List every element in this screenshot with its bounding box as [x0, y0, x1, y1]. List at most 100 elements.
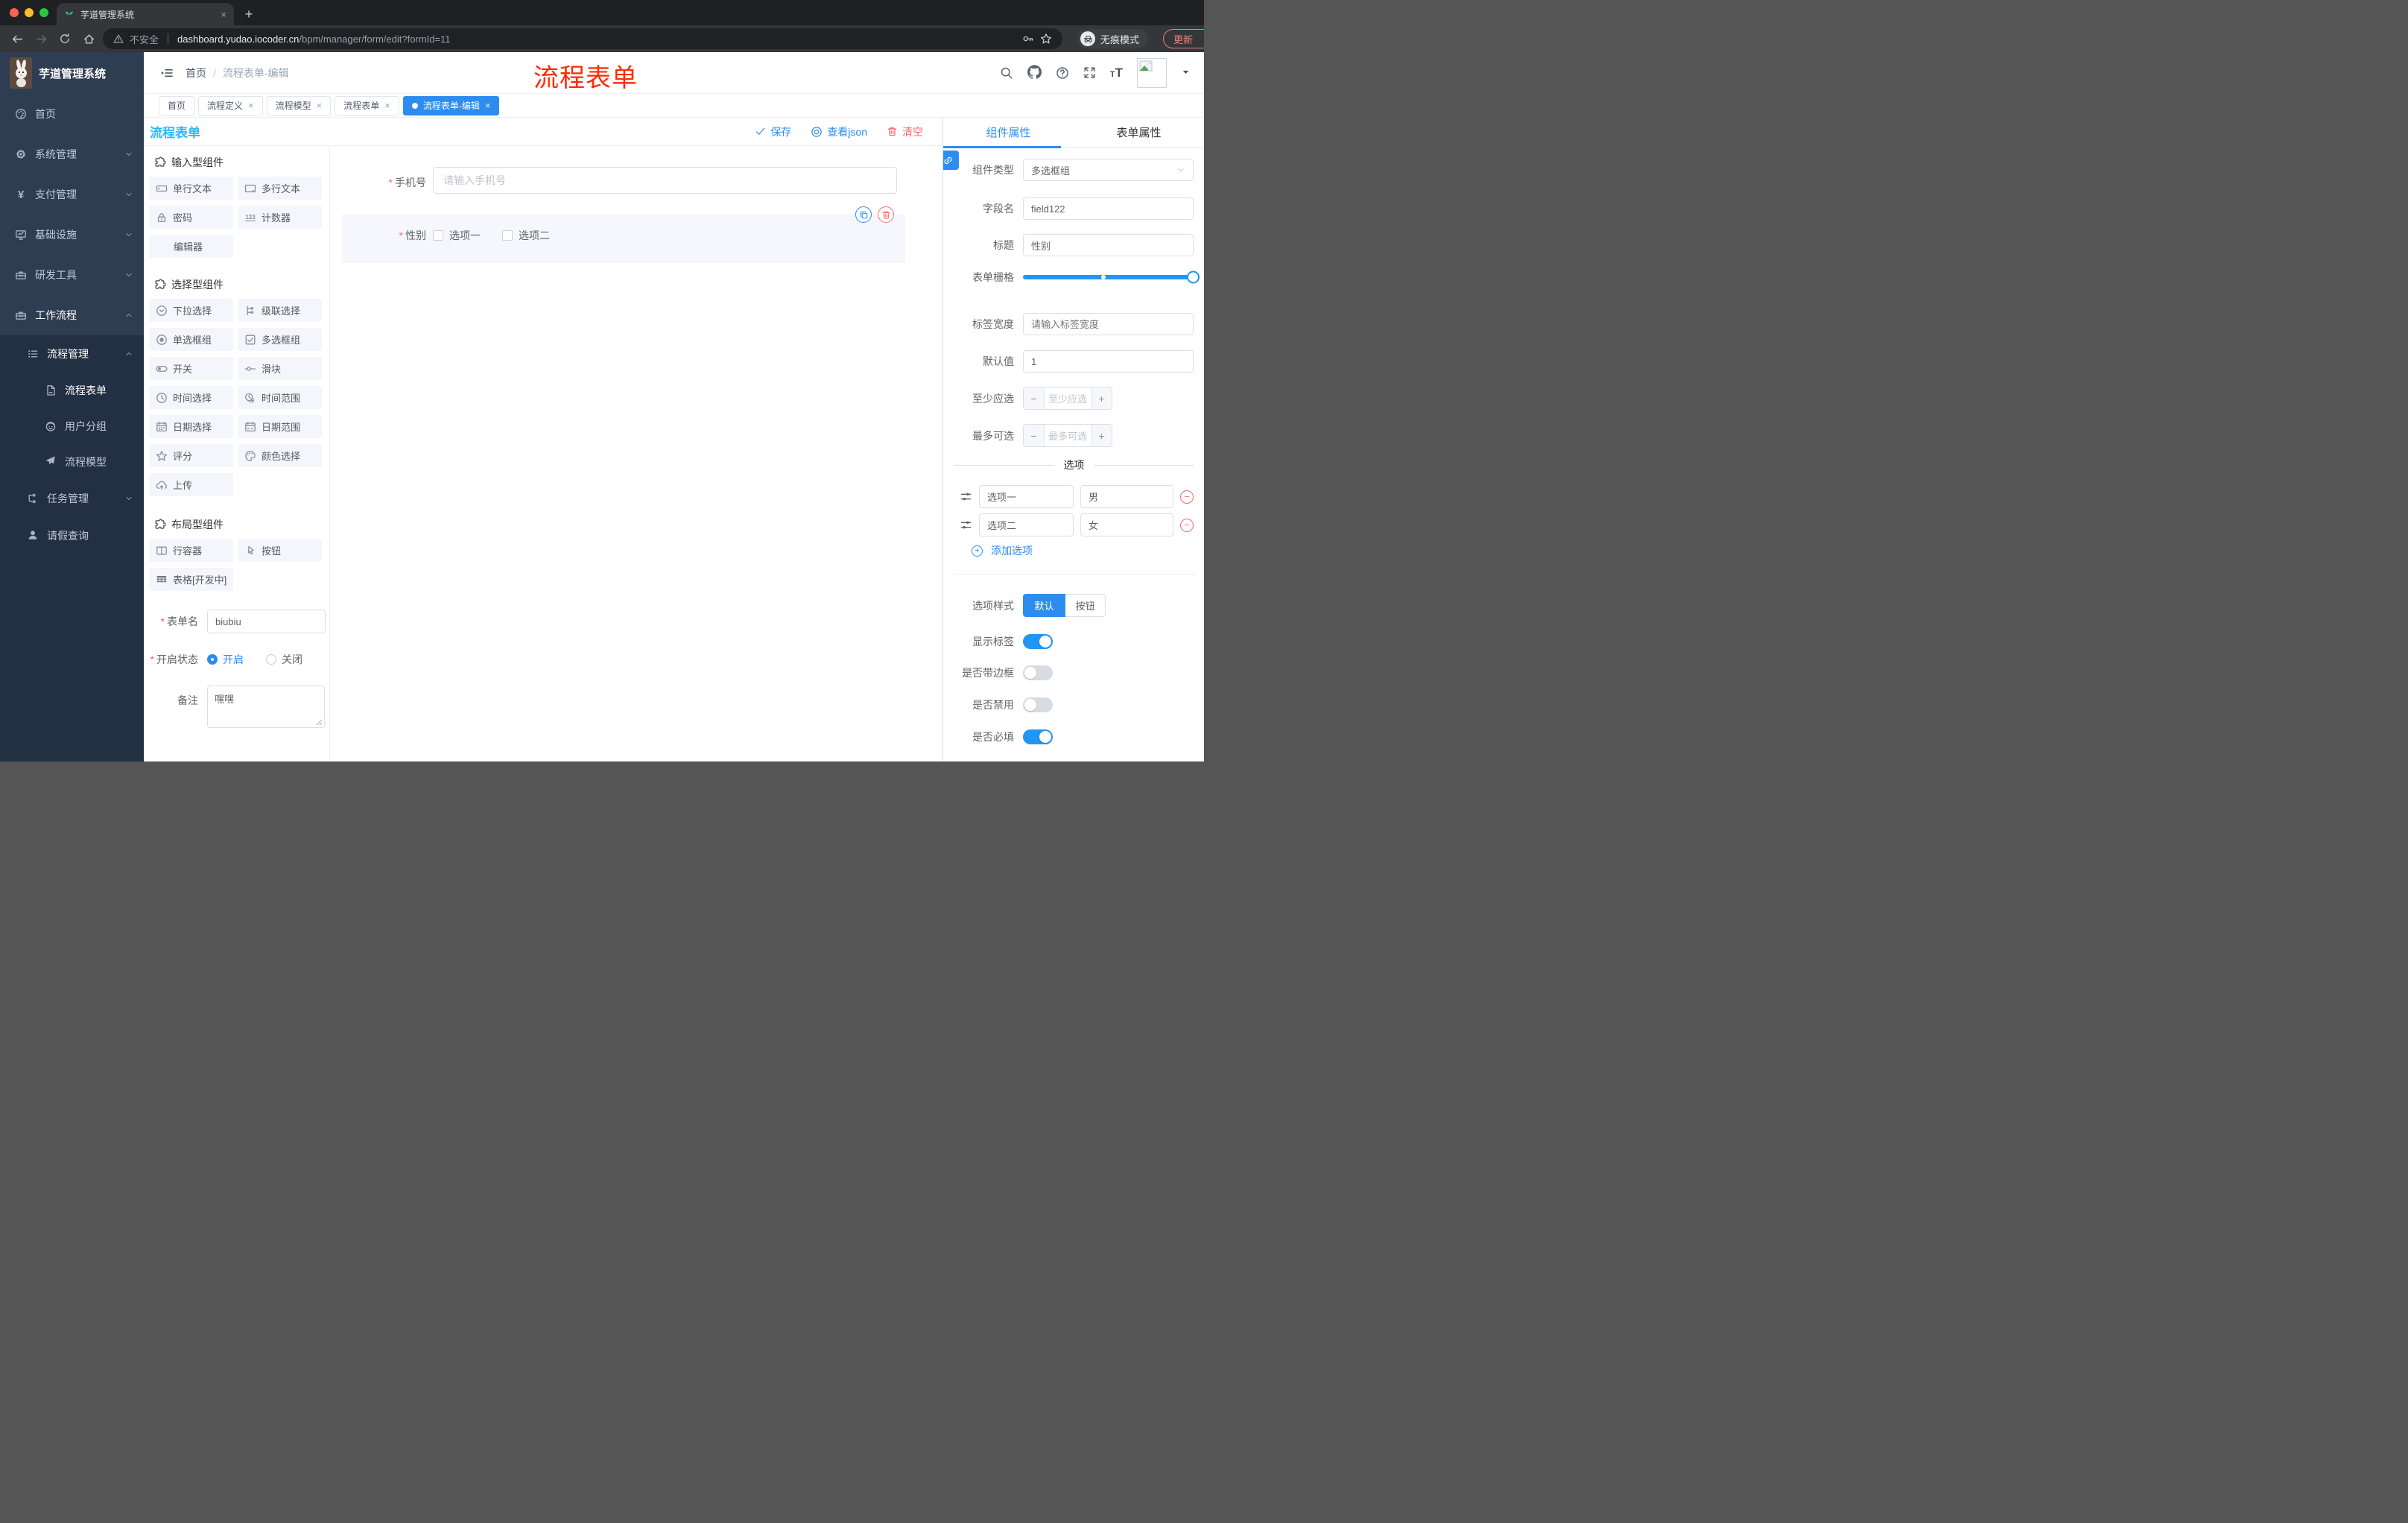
default-value-input[interactable] — [1023, 350, 1194, 373]
component-type-select[interactable]: 多选框组 — [1023, 159, 1194, 181]
github-icon[interactable] — [1027, 65, 1042, 81]
copy-widget-button[interactable] — [855, 206, 872, 223]
sidebar-item-process-mgmt[interactable]: 流程管理 — [0, 335, 144, 373]
breadcrumb-home[interactable]: 首页 — [186, 66, 206, 80]
option-label-input[interactable]: 选项一 — [979, 485, 1074, 508]
update-button[interactable]: 更新 ⋮ — [1163, 29, 1204, 48]
disabled-toggle[interactable] — [1023, 697, 1053, 712]
palette-item-date-range[interactable]: 日期范围 — [238, 415, 322, 438]
palette-item-checkbox-group[interactable]: 多选框组 — [238, 328, 322, 351]
key-icon[interactable] — [1022, 33, 1034, 45]
sidebar-item-workflow[interactable]: 工作流程 — [0, 295, 144, 335]
palette-item-color-picker[interactable]: 颜色选择 — [238, 444, 322, 467]
form-remark-textarea[interactable]: 嘿嘿 — [207, 685, 325, 728]
reload-icon[interactable] — [55, 29, 75, 48]
close-icon[interactable]: × — [248, 100, 254, 111]
sidebar-item-process-model[interactable]: 流程模型 — [0, 444, 144, 480]
collapse-sidebar-icon[interactable] — [160, 66, 174, 80]
forward-icon[interactable] — [31, 29, 51, 48]
gender-option-1[interactable]: 选项一 — [433, 228, 481, 243]
max-select-stepper[interactable]: − 最多可选 + — [1023, 424, 1112, 447]
palette-item-select[interactable]: 下拉选择 — [149, 299, 233, 322]
min-select-stepper[interactable]: − 至少应选 + — [1023, 387, 1112, 410]
sidebar-item-system[interactable]: 系统管理 — [0, 134, 144, 174]
phone-field-input[interactable]: 请输入手机号 — [433, 167, 897, 194]
minus-button[interactable]: − — [1024, 387, 1045, 409]
field-name-input[interactable] — [1023, 197, 1194, 220]
close-window-button[interactable] — [10, 8, 19, 17]
palette-item-time-picker[interactable]: 时间选择 — [149, 386, 233, 409]
tab-close-icon[interactable]: × — [221, 9, 226, 20]
tab-form-props[interactable]: 表单属性 — [1074, 118, 1204, 147]
status-off-radio[interactable]: 关闭 — [266, 652, 302, 667]
option-label-input[interactable]: 选项二 — [979, 513, 1074, 536]
sidebar-item-leave-query[interactable]: 请假查询 — [0, 517, 144, 554]
help-icon[interactable] — [1056, 66, 1069, 80]
gender-option-2[interactable]: 选项二 — [502, 228, 550, 243]
label-width-input[interactable] — [1023, 313, 1194, 335]
palette-item-upload[interactable]: 上传 — [149, 473, 233, 496]
tag-process-form[interactable]: 流程表单 × — [335, 95, 399, 115]
view-json-button[interactable]: 查看json — [811, 124, 867, 139]
avatar[interactable] — [1137, 57, 1167, 88]
palette-item-button[interactable]: 按钮 — [238, 539, 322, 562]
tag-process-def[interactable]: 流程定义 × — [198, 95, 263, 115]
bookmark-star-icon[interactable] — [1040, 33, 1052, 45]
browser-menu-icon[interactable]: ⋮ — [1200, 33, 1204, 45]
tag-home[interactable]: 首页 — [159, 95, 195, 115]
minimize-window-button[interactable] — [25, 8, 34, 17]
palette-item-time-range[interactable]: 时间范围 — [238, 386, 322, 409]
show-label-toggle[interactable] — [1023, 634, 1053, 649]
palette-item-slider[interactable]: 滑块 — [238, 357, 322, 380]
sidebar-item-process-form[interactable]: 流程表单 — [0, 373, 144, 408]
font-size-icon[interactable]: TT — [1110, 66, 1123, 80]
palette-item-switch[interactable]: 开关 — [149, 357, 233, 380]
style-button-button[interactable]: 按钮 — [1065, 594, 1106, 617]
save-button[interactable]: 保存 — [755, 124, 791, 139]
minus-button[interactable]: − — [1024, 425, 1045, 446]
option-value-input[interactable]: 男 — [1080, 485, 1173, 508]
border-toggle[interactable] — [1023, 665, 1053, 680]
palette-item-radio-group[interactable]: 单选框组 — [149, 328, 233, 351]
sidebar-item-home[interactable]: 首页 — [0, 94, 144, 134]
window-controls[interactable] — [10, 8, 48, 17]
checkbox-icon[interactable] — [502, 230, 513, 241]
option-value-input[interactable]: 女 — [1080, 513, 1173, 536]
tag-process-form-edit[interactable]: 流程表单-编辑 × — [402, 95, 500, 115]
remove-option-button[interactable]: − — [1180, 490, 1194, 504]
palette-item-single-text[interactable]: 单行文本 — [149, 177, 233, 200]
tag-process-model[interactable]: 流程模型 × — [266, 95, 332, 115]
sidebar-item-user-group[interactable]: 用户分组 — [0, 408, 144, 444]
palette-item-cascader[interactable]: 级联选择 — [238, 299, 322, 322]
drag-handle-icon[interactable] — [960, 490, 972, 503]
form-grid-slider[interactable] — [1023, 267, 1200, 288]
clear-button[interactable]: 清空 — [887, 124, 923, 139]
address-bar[interactable]: 不安全 dashboard.yudao.iocoder.cn/bpm/manag… — [103, 28, 1062, 49]
avatar-caret-icon[interactable] — [1181, 67, 1191, 79]
form-canvas[interactable]: * 手机号 请输入手机号 * 性别 选项一 选项二 — [330, 146, 942, 762]
palette-item-date-picker[interactable]: 日期选择 — [149, 415, 233, 438]
style-default-button[interactable]: 默认 — [1023, 594, 1065, 617]
required-toggle[interactable] — [1023, 729, 1053, 744]
palette-item-counter[interactable]: 123 计数器 — [238, 206, 322, 229]
close-icon[interactable]: × — [317, 100, 323, 111]
search-icon[interactable] — [1000, 66, 1013, 80]
drag-handle-icon[interactable] — [960, 519, 972, 531]
tab-component-props[interactable]: 组件属性 — [943, 118, 1074, 147]
palette-item-editor[interactable]: 编辑器 — [149, 235, 233, 258]
slider-handle[interactable] — [1187, 270, 1200, 284]
slider-track[interactable] — [1023, 270, 1200, 284]
fullscreen-icon[interactable] — [1083, 66, 1096, 79]
sidebar-item-payment[interactable]: ¥ 支付管理 — [0, 174, 144, 215]
palette-item-table[interactable]: 表格[开发中] — [149, 568, 233, 591]
add-option-button[interactable]: + 添加选项 — [943, 543, 1204, 558]
palette-item-row-container[interactable]: 行容器 — [149, 539, 233, 562]
palette-item-multi-text[interactable]: 多行文本 — [238, 177, 322, 200]
close-icon[interactable]: × — [384, 100, 390, 111]
palette-item-rate[interactable]: 评分 — [149, 444, 233, 467]
remove-option-button[interactable]: − — [1180, 518, 1194, 532]
close-icon[interactable]: × — [485, 100, 491, 111]
form-name-input[interactable] — [207, 609, 326, 633]
new-tab-button[interactable]: + — [240, 5, 258, 23]
back-icon[interactable] — [7, 29, 27, 48]
